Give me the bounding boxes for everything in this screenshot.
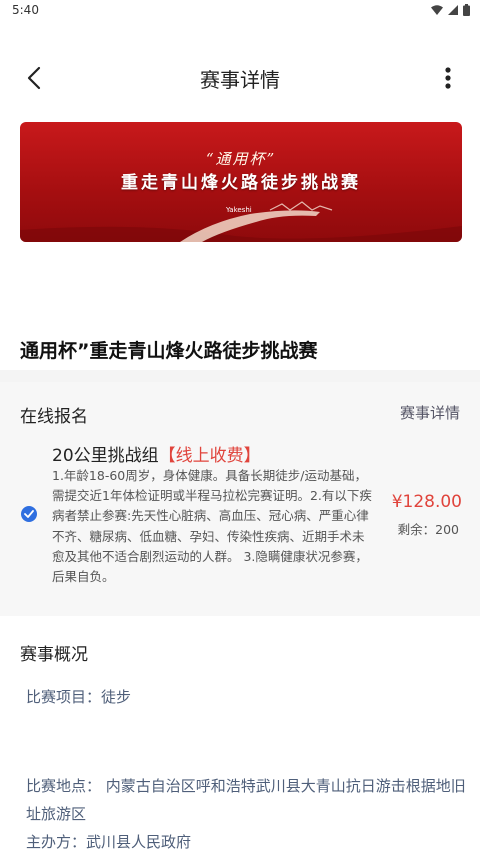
registration-option-remaining: 剩余：200 <box>397 522 459 537</box>
status-bar: 5:40 <box>0 0 480 20</box>
event-banner: “通用杯” 重走青山烽火路徒步挑战赛 Yakeshi <box>20 122 462 242</box>
status-time: 5:40 <box>12 3 39 17</box>
overview-event-type: 比赛项目：徒步 <box>26 688 132 706</box>
battery-icon <box>463 4 470 16</box>
option-fee-tag: 【线上收费】 <box>158 446 261 466</box>
banner-headline: 重走青山烽火路徒步挑战赛 <box>121 173 361 193</box>
option-name-text: 20公里挑战组 <box>52 446 159 466</box>
banner-subtitle: “通用杯” <box>205 150 277 168</box>
more-vertical-icon <box>445 67 451 89</box>
signal-icon <box>448 5 458 15</box>
overview-location: 比赛地点： 内蒙古自治区呼和浩特武川县大青山抗日游击根据地旧址旅游区 <box>26 777 466 823</box>
wifi-icon <box>431 5 443 15</box>
status-icons <box>431 4 470 16</box>
overview-heading: 赛事概况 <box>20 645 88 665</box>
banner-road-illustration <box>20 201 462 242</box>
registration-option-price: ¥128.00 <box>391 492 462 512</box>
page-title: 赛事详情 <box>200 68 280 92</box>
more-options-button[interactable] <box>432 62 464 94</box>
registration-option-description: 1.年龄18-60周岁，身体健康。具备长期徒步/运动基础，需提交近1年体检证明或… <box>52 468 372 585</box>
registration-option-name[interactable]: 20公里挑战组【线上收费】 <box>52 441 261 466</box>
checkmark-icon <box>24 510 34 518</box>
event-title: 通用杯”重走青山烽火路徒步挑战赛 <box>20 340 318 362</box>
registration-option-checkbox[interactable] <box>21 506 37 522</box>
registration-heading: 在线报名 <box>20 407 88 427</box>
event-details-link[interactable]: 赛事详情 <box>400 402 460 423</box>
app-bar: 赛事详情 <box>0 50 480 106</box>
overview-host: 主办方：武川县人民政府 <box>26 833 192 851</box>
